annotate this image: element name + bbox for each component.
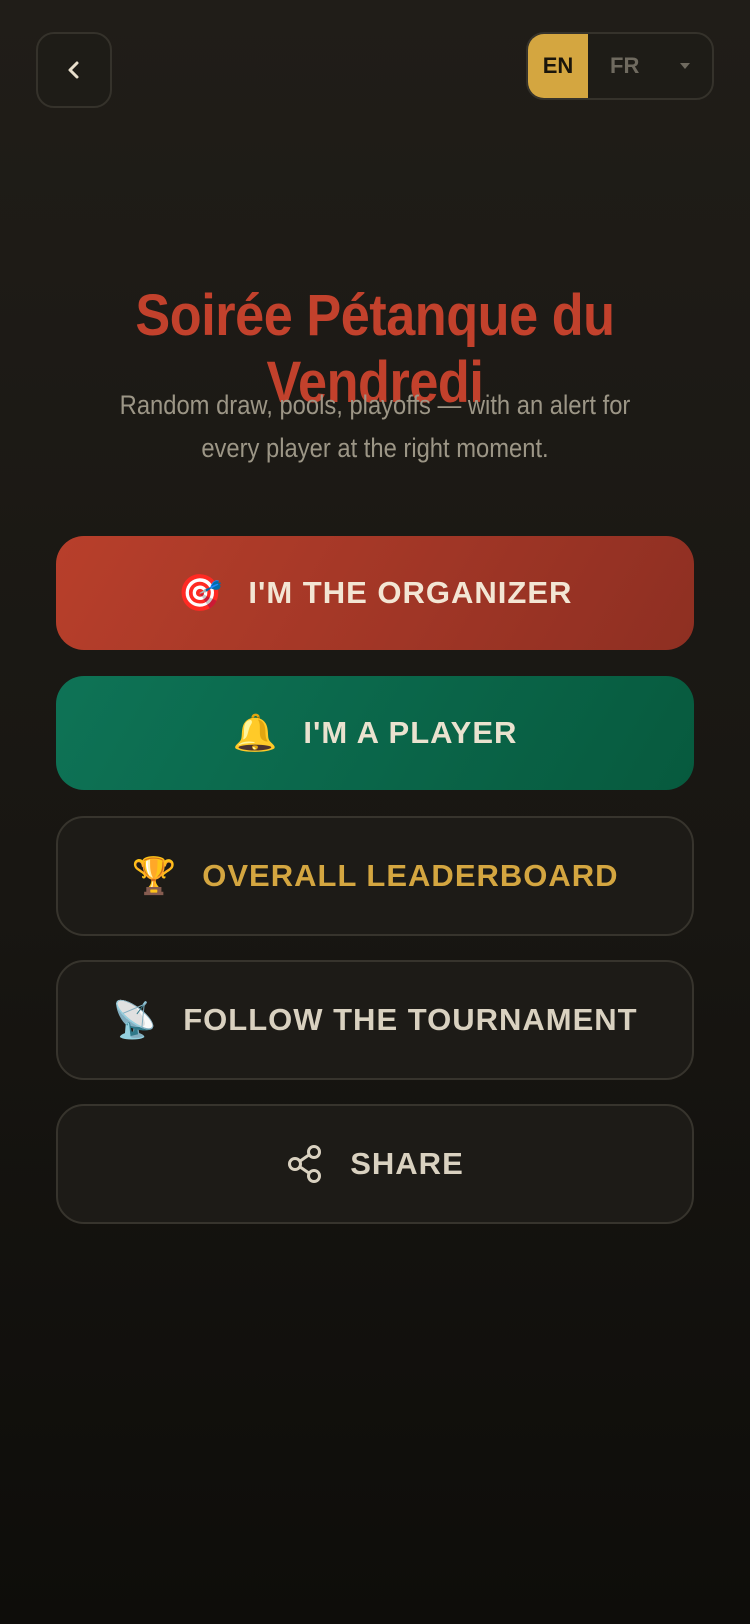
target-icon: 🎯: [177, 572, 223, 613]
leaderboard-button-label: OVERALL LEADERBOARD: [202, 858, 619, 893]
player-button-label: I'M A PLAYER: [303, 715, 518, 750]
trophy-icon: 🏆: [131, 855, 177, 896]
follow-tournament-button-label: FOLLOW THE TOURNAMENT: [183, 1002, 638, 1037]
share-button[interactable]: SHARE: [56, 1104, 694, 1224]
leaderboard-button[interactable]: 🏆 OVERALL LEADERBOARD: [56, 816, 694, 936]
satellite-dish-icon: 📡: [112, 999, 158, 1040]
lang-option-fr[interactable]: FR: [588, 34, 712, 98]
page-subtitle: Random draw, pools, playoffs — with an a…: [119, 390, 631, 463]
share-icon: [288, 1145, 322, 1183]
lang-option-en[interactable]: EN: [528, 34, 588, 98]
bell-icon: 🔔: [232, 712, 278, 753]
caret-down-icon: [680, 63, 690, 69]
lang-option-fr-label: FR: [610, 53, 640, 78]
language-selector[interactable]: EN FR: [526, 32, 714, 100]
back-button[interactable]: [36, 32, 112, 108]
chevron-left-icon: [68, 61, 79, 79]
share-button-label: SHARE: [350, 1146, 464, 1181]
organizer-button-label: I'M THE ORGANIZER: [248, 575, 573, 610]
player-button[interactable]: 🔔 I'M A PLAYER: [56, 676, 694, 790]
follow-tournament-button[interactable]: 📡 FOLLOW THE TOURNAMENT: [56, 960, 694, 1080]
organizer-button[interactable]: 🎯 I'M THE ORGANIZER: [56, 536, 694, 650]
